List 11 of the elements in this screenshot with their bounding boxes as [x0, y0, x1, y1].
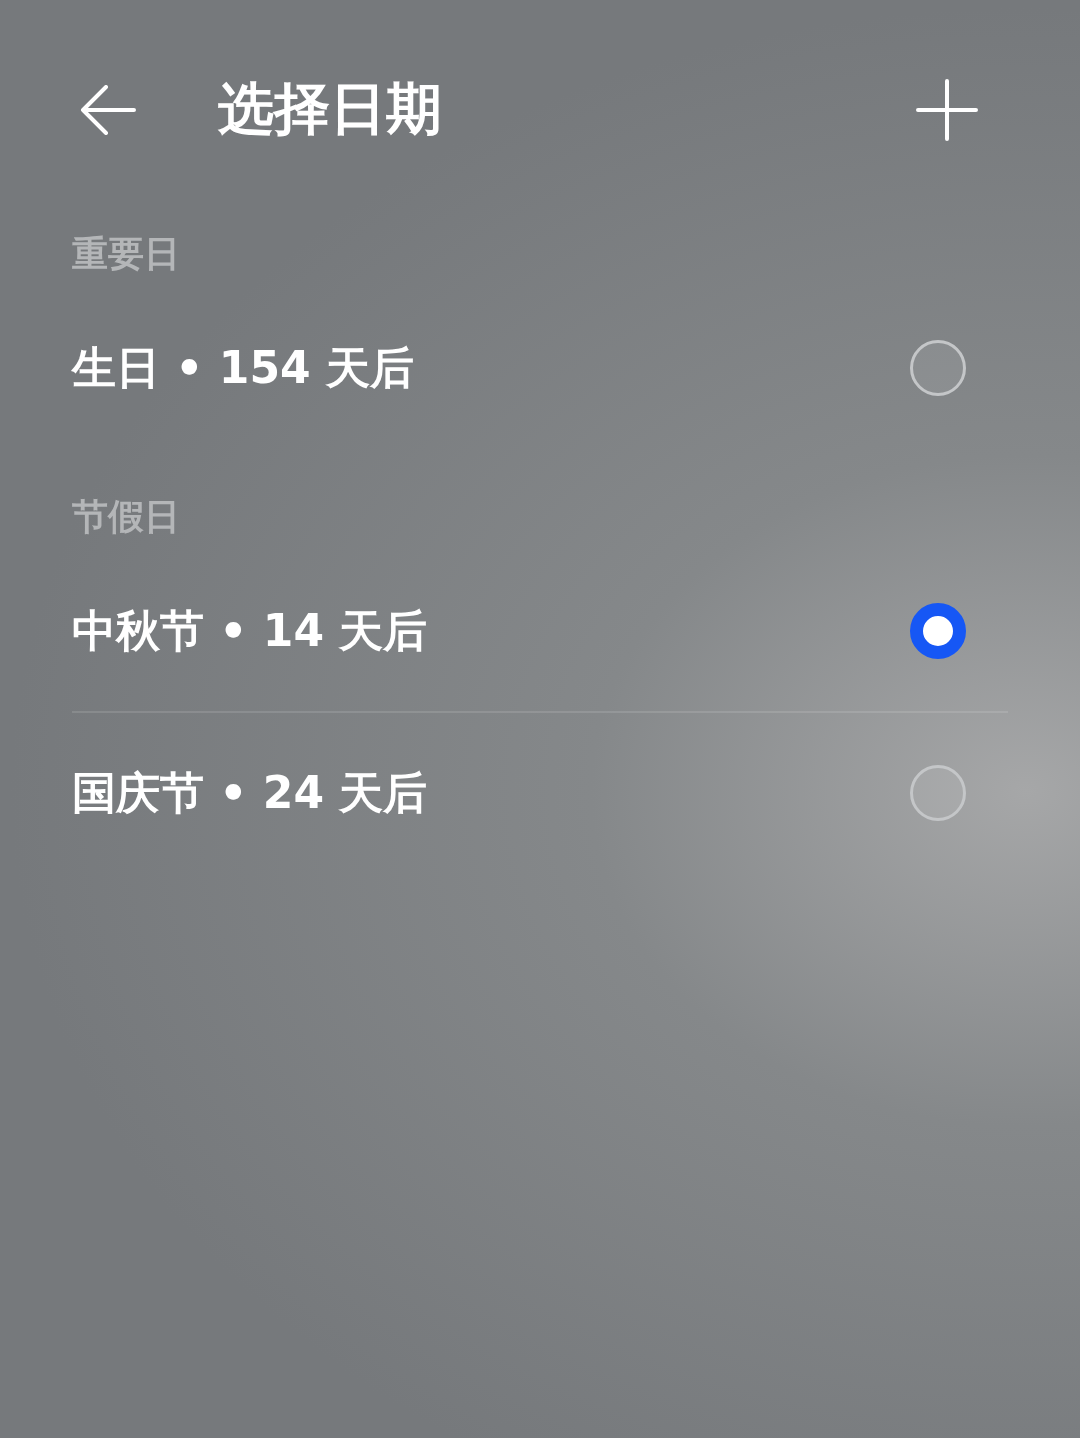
- date-option[interactable]: 中秋节 • 14 天后: [72, 601, 428, 661]
- back-icon[interactable]: [80, 85, 136, 135]
- radio-button[interactable]: [910, 765, 966, 821]
- date-option[interactable]: 生日 • 154 天后: [72, 338, 414, 398]
- date-option[interactable]: 国庆节 • 24 天后: [72, 763, 428, 823]
- section-label: 节假日: [72, 495, 181, 539]
- radio-button[interactable]: [910, 603, 966, 659]
- screen-title: 选择日期: [218, 75, 443, 143]
- section-label: 重要日: [72, 232, 181, 276]
- add-icon[interactable]: [916, 79, 978, 141]
- radio-button[interactable]: [910, 340, 966, 396]
